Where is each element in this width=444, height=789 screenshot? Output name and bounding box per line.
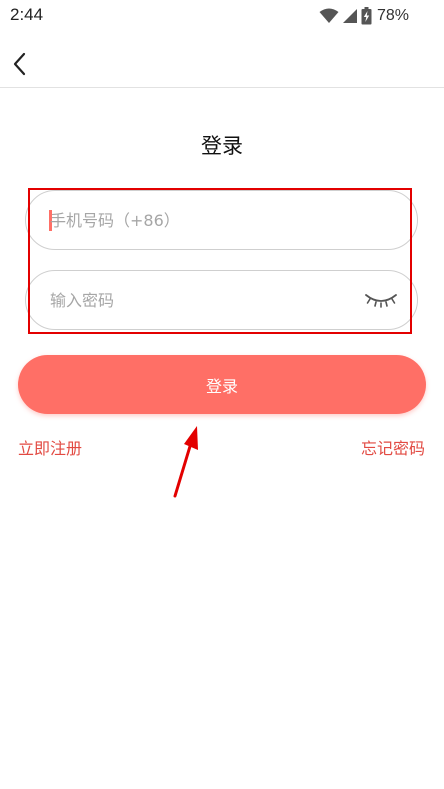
forgot-password-link[interactable]: 忘记密码 <box>361 435 425 459</box>
cellular-signal-icon <box>342 9 357 23</box>
chevron-left-icon <box>13 52 26 76</box>
login-button[interactable]: 登录 <box>18 355 426 414</box>
register-link[interactable]: 立即注册 <box>18 435 82 459</box>
nav-bar <box>0 40 444 88</box>
battery-percentage: 78% <box>376 7 409 24</box>
annotation-highlight-box <box>28 188 412 334</box>
status-time: 2:44 <box>10 5 44 24</box>
annotation-arrow-icon <box>173 426 198 498</box>
back-button[interactable] <box>6 50 34 78</box>
status-bar: 2:44 78% <box>0 0 444 32</box>
wifi-icon <box>319 8 339 23</box>
battery-charging-icon <box>361 7 372 25</box>
page-title: 登录 <box>201 134 243 158</box>
status-icons: 78% <box>319 6 409 26</box>
